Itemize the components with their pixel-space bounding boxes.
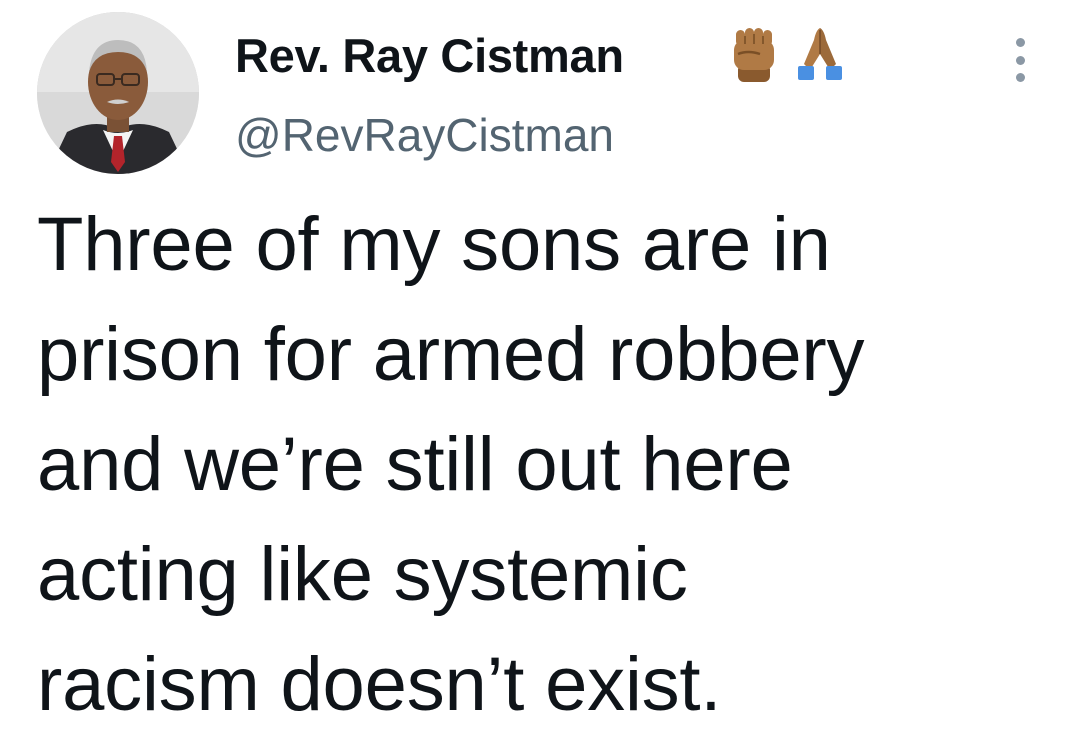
raised-fist-icon <box>734 28 774 82</box>
tweet-text-line: prison for armed robbery <box>37 312 865 397</box>
folded-hands-icon <box>798 28 842 80</box>
more-dot <box>1015 38 1025 47</box>
tweet-text-line: acting like systemic <box>37 532 688 617</box>
tweet-text-line: racism doesn’t exist. <box>37 642 722 727</box>
more-options-icon[interactable] <box>1004 38 1036 82</box>
more-dot <box>1015 55 1025 65</box>
author-handle[interactable]: @RevRayCistman <box>235 108 614 162</box>
author-display-name[interactable]: Rev. Ray Cistman <box>235 28 624 84</box>
avatar-portrait-image <box>37 12 199 174</box>
author-avatar[interactable] <box>37 12 199 174</box>
tweet-text: Three of my sons are in prison for armed… <box>37 190 1057 740</box>
more-dot <box>1015 73 1025 82</box>
tweet-text-line: and we’re still out here <box>37 422 793 507</box>
tweet-text-line: Three of my sons are in <box>37 202 831 287</box>
tweet-card: Rev. Ray Cistman @RevRayCistman Three of… <box>0 0 1080 748</box>
